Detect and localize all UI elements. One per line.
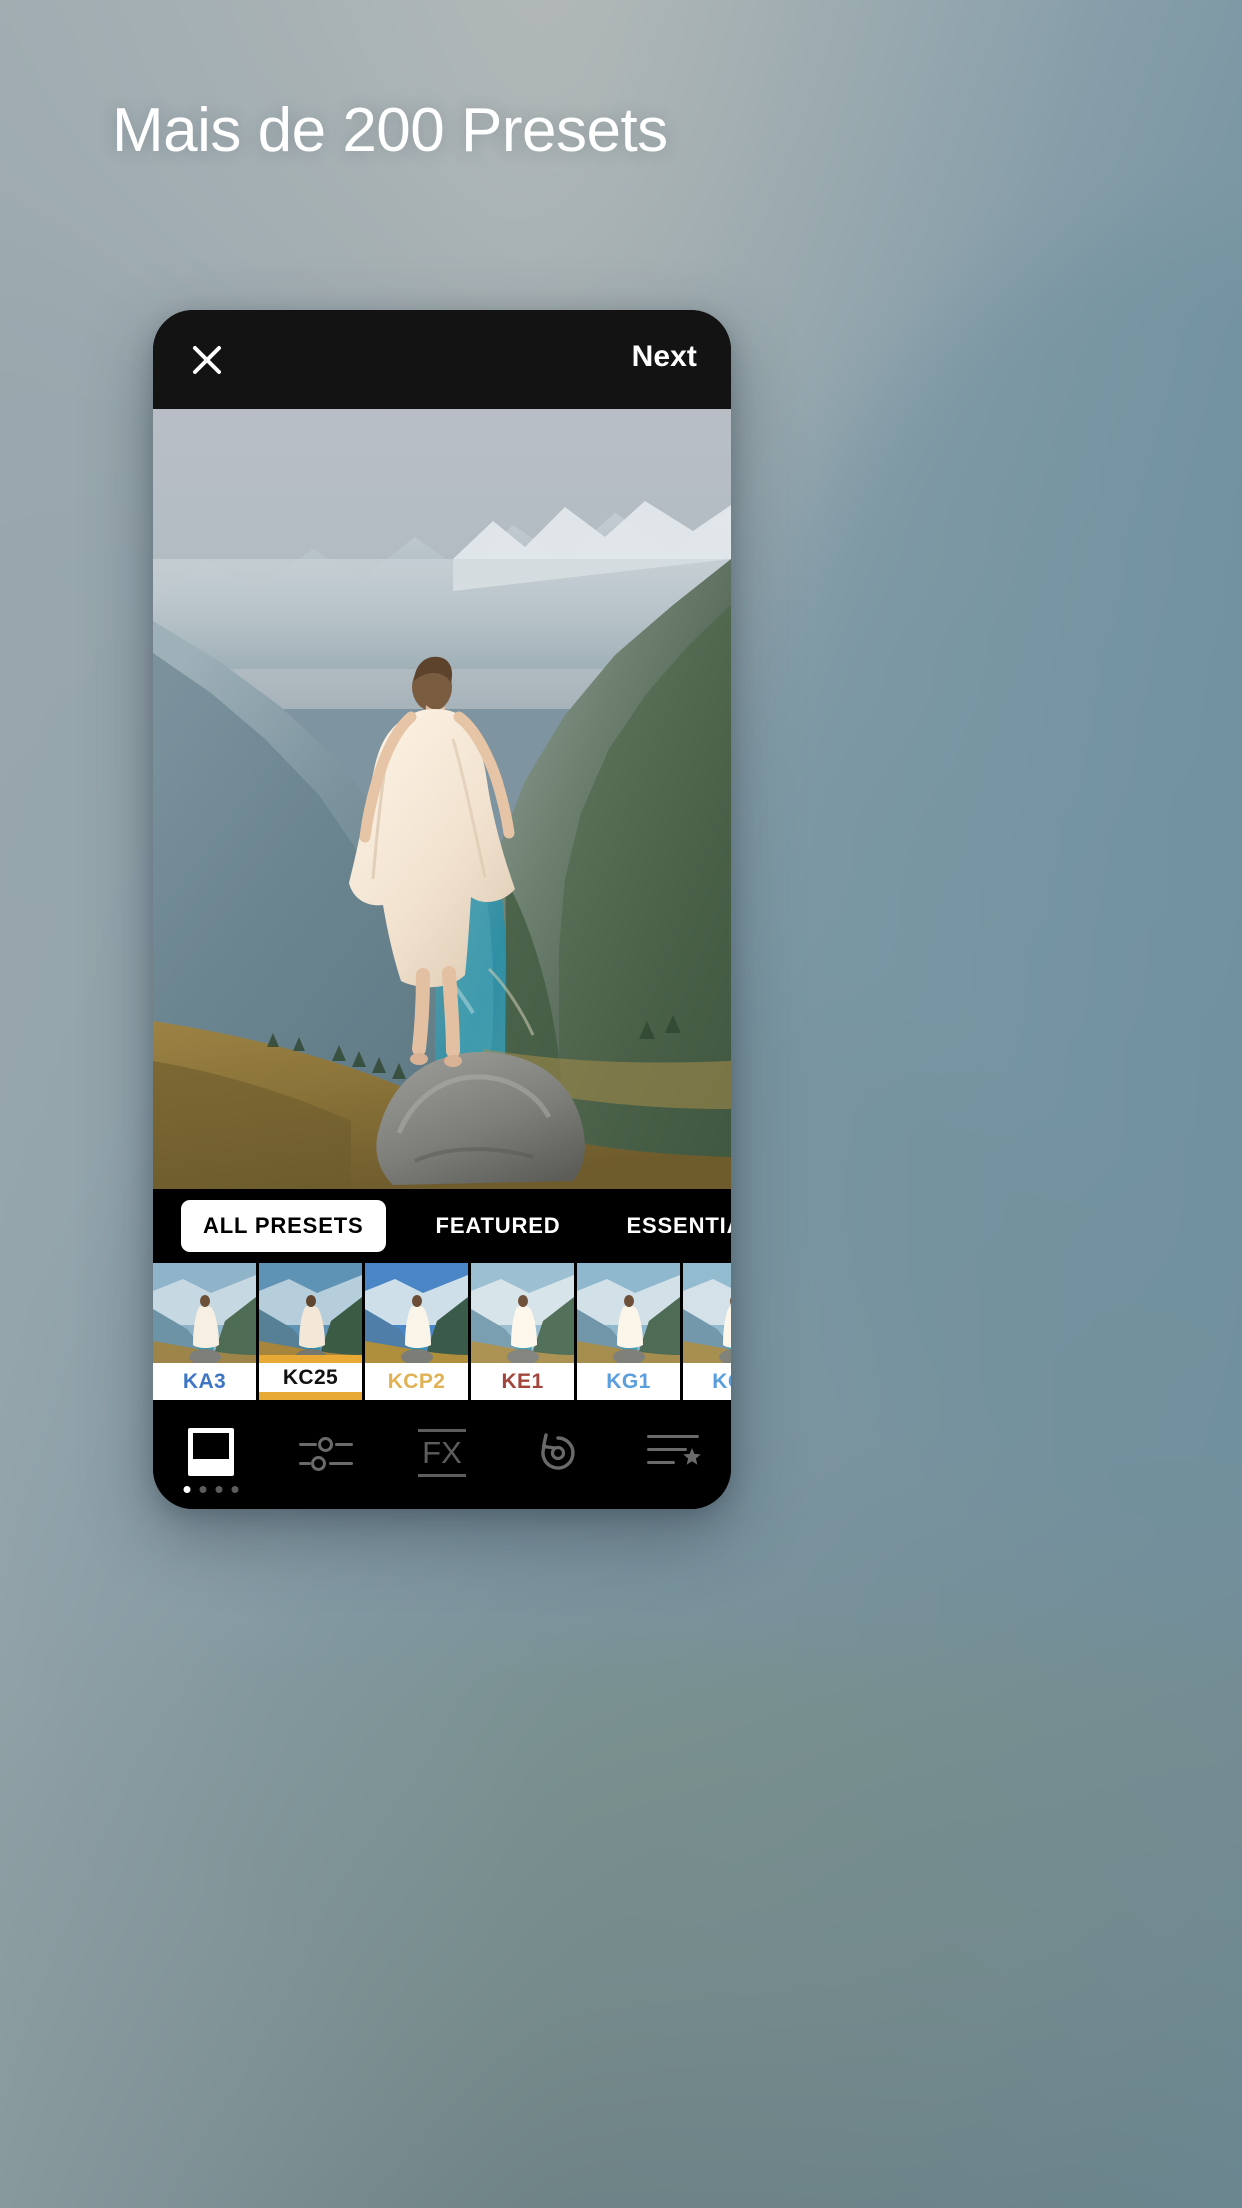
tab-featured[interactable]: FEATURED	[426, 1213, 571, 1239]
page-title: Mais de 200 Presets	[112, 96, 668, 165]
preset-thumbnail	[365, 1263, 468, 1363]
photo-canvas[interactable]	[153, 409, 731, 1189]
edited-photo	[153, 409, 731, 1189]
preset-item-kg1[interactable]: KG1	[577, 1263, 680, 1400]
preset-label: KG1	[577, 1363, 680, 1400]
preset-item-ke1[interactable]: KE1	[471, 1263, 574, 1400]
preset-category-tabs[interactable]: ALL PRESETS FEATURED ESSENTIAL POPULAR	[153, 1189, 731, 1263]
toolbar-item-my-presets[interactable]	[636, 1426, 710, 1496]
phone-mockup: Next ALL PRESETS FEATURED ESSENTI KA3 KC…	[153, 310, 731, 1509]
preset-label: KCP2	[365, 1363, 468, 1400]
editor-toolbar[interactable]: FX	[153, 1400, 731, 1509]
toolbar-item-fx[interactable]: FX	[405, 1426, 479, 1496]
preset-item-kcp2[interactable]: KCP2	[365, 1263, 468, 1400]
toolbar-item-adjust[interactable]	[289, 1426, 363, 1496]
tab-essential[interactable]: ESSENTIAL	[616, 1213, 731, 1239]
history-icon	[534, 1429, 582, 1477]
preset-label: KG2	[683, 1363, 731, 1400]
preset-thumbnail	[153, 1263, 256, 1363]
adjust-icon	[299, 1431, 354, 1475]
toolbar-item-history[interactable]	[521, 1426, 595, 1496]
preset-item-kg2[interactable]: KG2	[683, 1263, 731, 1400]
toolbar-item-presets[interactable]	[174, 1426, 248, 1496]
preset-label: KC25	[259, 1363, 362, 1400]
fx-icon: FX	[416, 1429, 468, 1477]
preset-thumbnail	[683, 1263, 731, 1363]
preset-thumbnail	[259, 1263, 362, 1363]
next-button[interactable]: Next	[632, 340, 697, 374]
tab-all-presets[interactable]: ALL PRESETS	[181, 1200, 386, 1252]
page-dots	[183, 1486, 239, 1493]
close-icon[interactable]	[186, 339, 228, 381]
preset-item-ka3[interactable]: KA3	[153, 1263, 256, 1400]
preset-item-kc25[interactable]: KC25	[259, 1263, 362, 1400]
queue-star-icon	[647, 1431, 701, 1475]
preset-label: KE1	[471, 1363, 574, 1400]
app-header-bar: Next	[153, 310, 731, 409]
presets-icon	[187, 1428, 234, 1476]
preset-thumbnail	[577, 1263, 680, 1363]
preset-label: KA3	[153, 1363, 256, 1400]
preset-thumbnail-strip[interactable]: KA3 KC25 KCP2 KE1 KG1 K	[153, 1263, 731, 1400]
preset-thumbnail	[471, 1263, 574, 1363]
